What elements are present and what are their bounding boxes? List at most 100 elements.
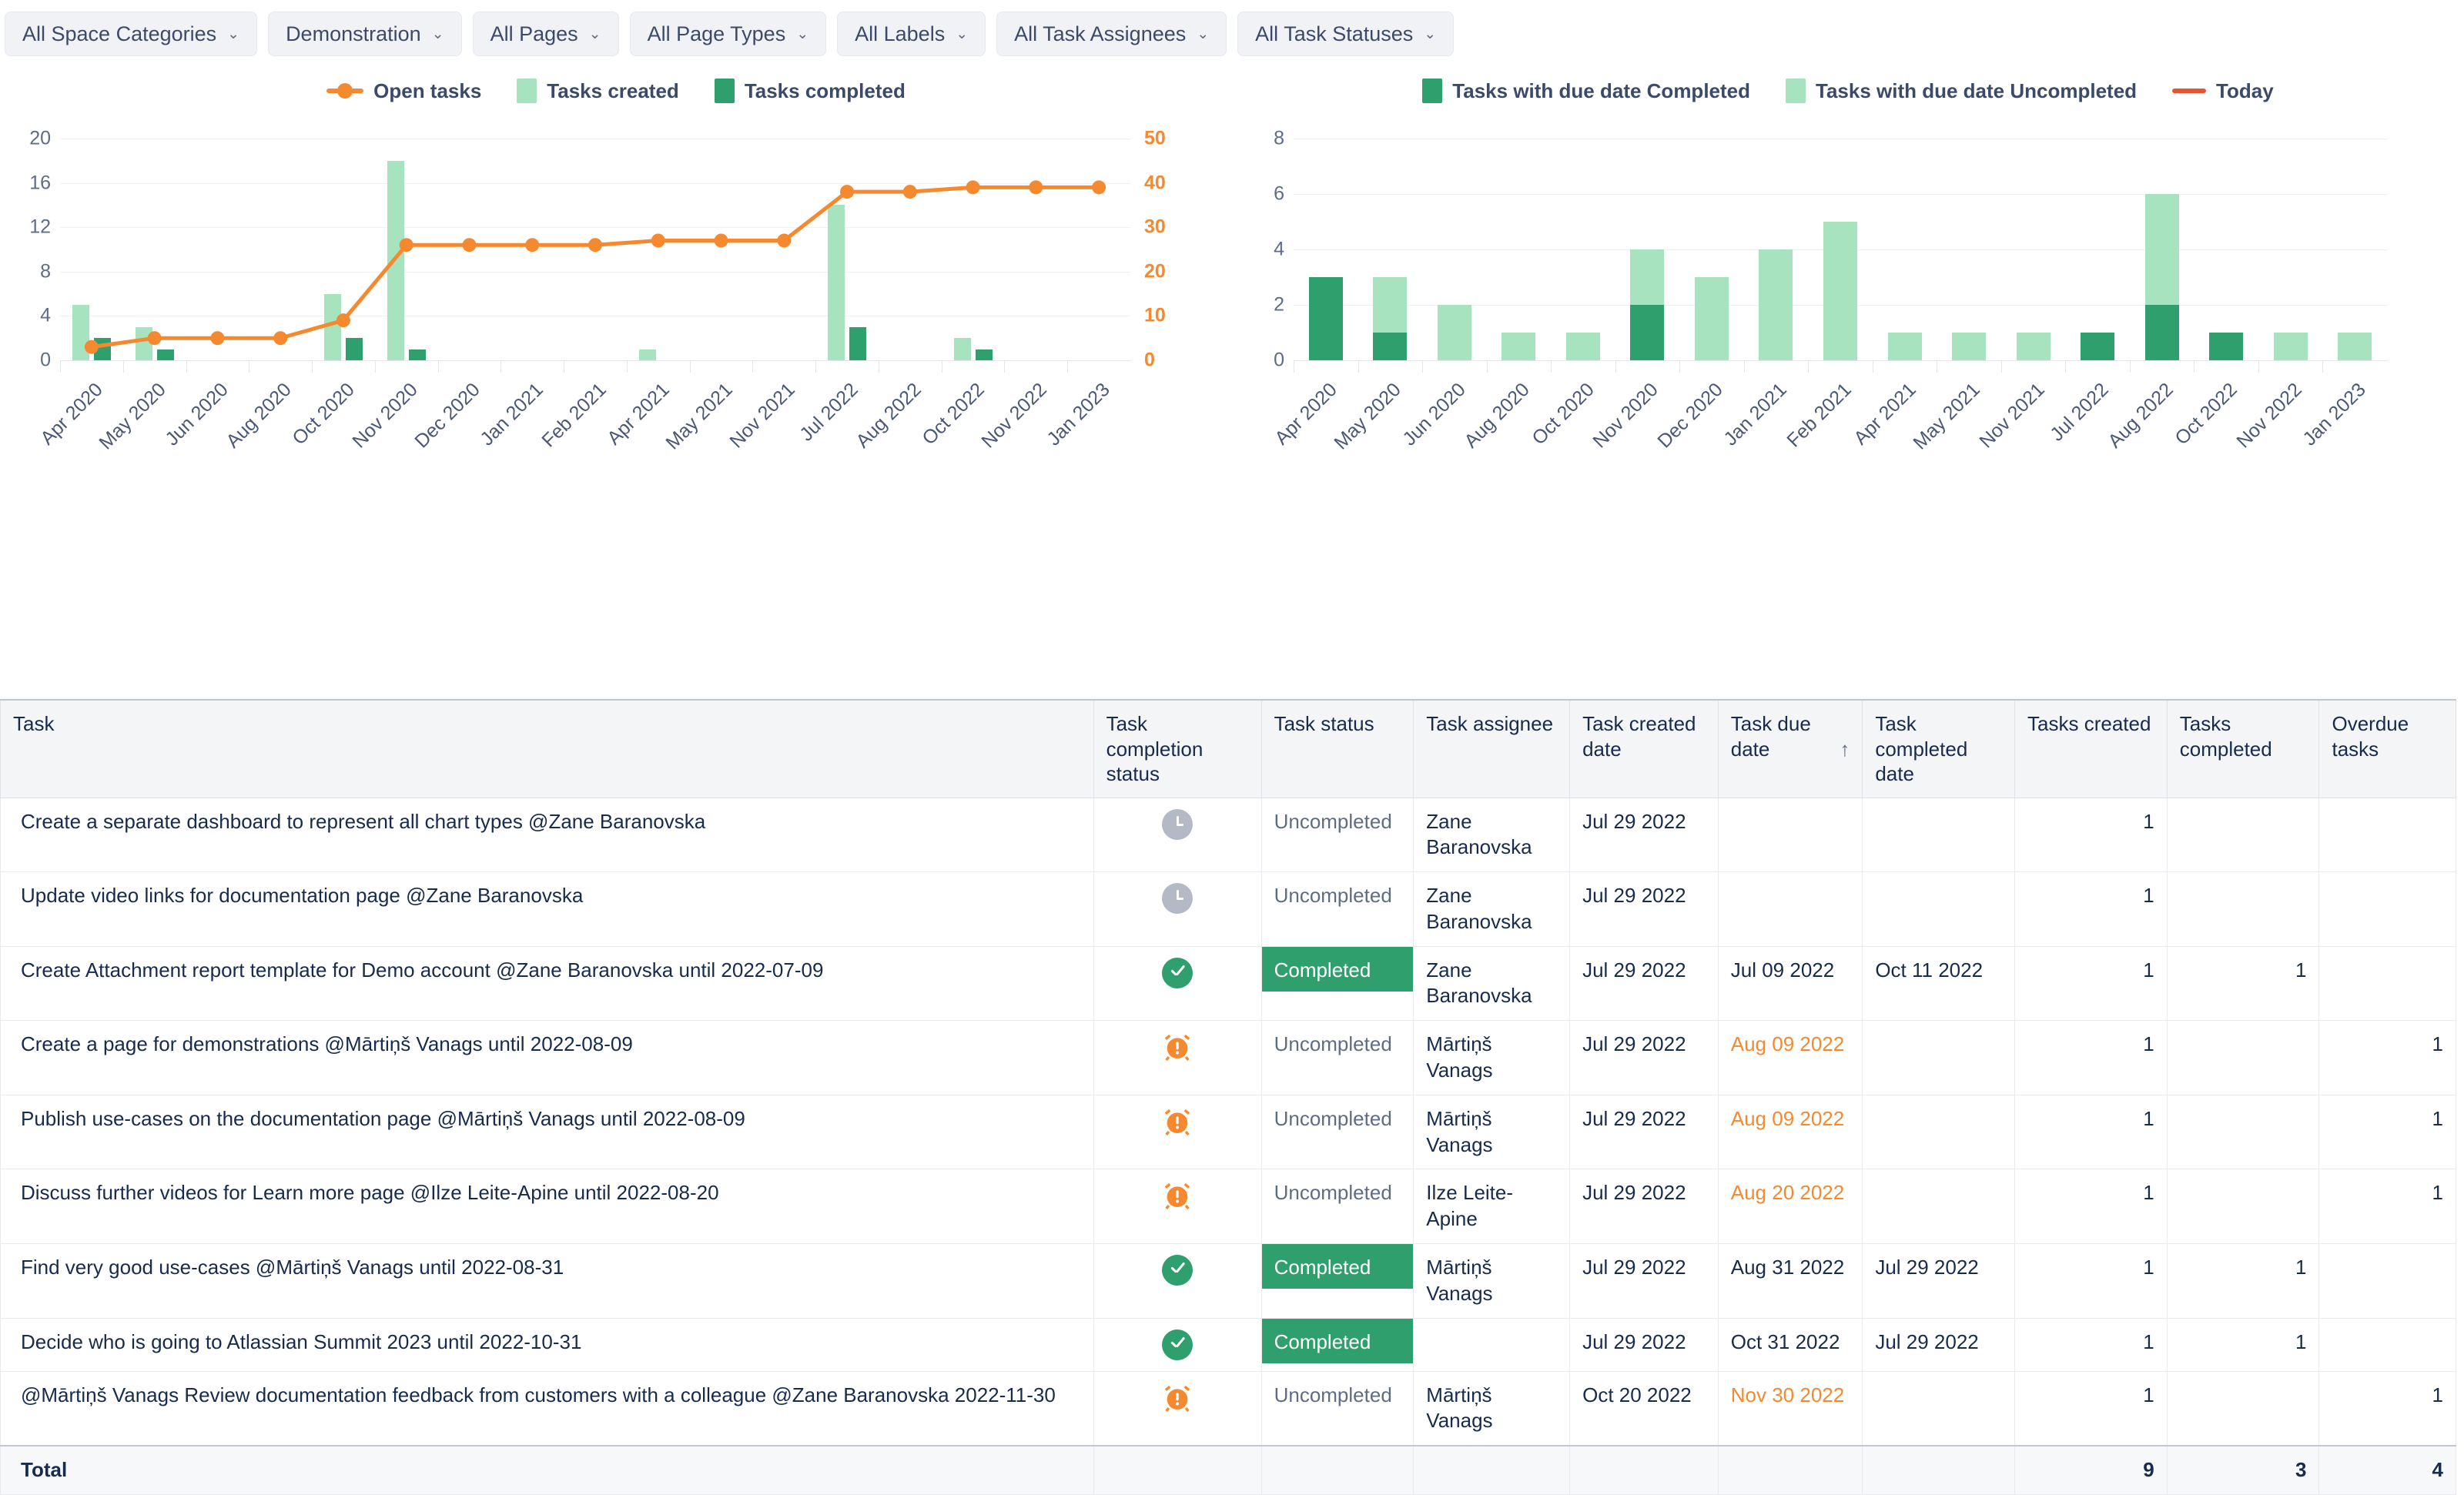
alarm-icon — [1164, 1035, 1190, 1062]
task-table-container: Task Task completion status Task status Tas… — [0, 699, 2464, 1495]
plot-area: 0 2 4 6 8 Apr 2020 May 2020 Jun 2020 Aug 2020 Oct… — [1270, 128, 2387, 453]
filter-label: All Pages — [490, 22, 578, 45]
filter-all-labels[interactable]: All Labels ⌄ — [837, 12, 986, 56]
col-header-tasks_created[interactable]: Tasks created — [2014, 699, 2168, 798]
col-header-overdue[interactable]: Overdue tasks — [2318, 699, 2456, 798]
table-header-row: Task Task completion status Task status Tas… — [0, 699, 2456, 798]
cell-due-date: Nov 30 2022 — [1717, 1370, 1863, 1447]
filter-bar: All Space Categories ⌄ Demonstration ⌄ All P… — [0, 6, 2464, 62]
cell-overdue-tasks — [2318, 1317, 2456, 1372]
legend-item-today: Today — [2172, 79, 2274, 103]
bar-due-uncompleted — [1694, 277, 1729, 360]
table-row[interactable]: Create a separate dashboard to represent… — [0, 797, 2456, 873]
table-row[interactable]: Publish use-cases on the documentation p… — [0, 1094, 2456, 1170]
filter-all-page-types[interactable]: All Page Types ⌄ — [629, 12, 827, 56]
col-header-created[interactable]: Task created date — [1569, 699, 1719, 798]
cell-task: Find very good use-cases @Mārtiņš Vanags… — [0, 1243, 1094, 1319]
status-label-uncompleted: Uncompleted — [1274, 884, 1392, 908]
cell-assignee: Zane Baranovska — [1413, 945, 1571, 1022]
col-header-due[interactable]: Task due date ↑ — [1717, 699, 1863, 798]
cell-task: Create a page for demonstrations @Mārtiņ… — [0, 1020, 1094, 1095]
cell-tasks-created: 1 — [2014, 871, 2168, 947]
x-tick — [689, 360, 691, 373]
cell-created-date: Jul 29 2022 — [1569, 1317, 1719, 1372]
cell-overdue-tasks — [2318, 945, 2456, 1022]
col-header-label: Task completed date — [1875, 712, 1968, 785]
filter-label: Demonstration — [286, 22, 421, 45]
cell-task: @Mārtiņš Vanags Review documentation fee… — [0, 1370, 1094, 1447]
cell-due-date: Aug 09 2022 — [1717, 1094, 1863, 1170]
table-row[interactable]: Create Attachment report template for De… — [0, 945, 2456, 1022]
cell-created-date: Oct 20 2022 — [1569, 1370, 1719, 1447]
table-row[interactable]: @Mārtiņš Vanags Review documentation fee… — [0, 1370, 2456, 1447]
cell-completion-status — [1093, 1169, 1262, 1245]
col-header-label: Task assignee — [1426, 712, 1554, 735]
y-tick-right: 0 — [1144, 349, 1155, 371]
x-tick — [374, 360, 376, 373]
clock-icon — [1162, 883, 1194, 915]
total-empty-cell — [1569, 1445, 1719, 1495]
filter-all-space-categories[interactable]: All Space Categories ⌄ — [5, 12, 258, 56]
cell-overdue-tasks: 1 — [2318, 1094, 2456, 1170]
filter-all-task-statuses[interactable]: All Task Statuses ⌄ — [1237, 12, 1455, 56]
cell-created-date: Jul 29 2022 — [1569, 1169, 1719, 1245]
legend-label: Today — [2216, 79, 2274, 102]
col-header-label: Task — [13, 712, 55, 735]
cell-due-date: Aug 31 2022 — [1717, 1243, 1863, 1319]
col-header-status[interactable]: Task status — [1260, 699, 1414, 798]
y-tick-right: 10 — [1144, 304, 1166, 326]
x-tick — [437, 360, 439, 373]
x-tick — [1004, 360, 1006, 373]
col-header-label: Overdue tasks — [2332, 712, 2409, 761]
col-header-label: Task due date — [1730, 712, 1811, 761]
cell-completed-date: Jul 29 2022 — [1862, 1243, 2016, 1319]
col-header-completion_status[interactable]: Task completion status — [1093, 699, 1262, 798]
table-row[interactable]: Discuss further videos for Learn more pa… — [0, 1169, 2456, 1245]
cell-completion-status — [1093, 1020, 1262, 1095]
cell-tasks-completed — [2166, 1169, 2320, 1245]
cell-tasks-completed: 1 — [2166, 945, 2320, 1022]
alarm-icon — [1164, 1109, 1190, 1135]
col-header-task[interactable]: Task — [0, 699, 1094, 798]
table-row[interactable]: Decide who is going to Atlassian Summit … — [0, 1317, 2456, 1372]
y-tick: 2 — [1274, 293, 1284, 316]
cell-task-status: Uncompleted — [1260, 1169, 1414, 1245]
bar-due-uncompleted — [1952, 333, 1987, 360]
bar-due-completed — [2144, 305, 2179, 360]
alarm-icon — [1164, 1385, 1190, 1412]
bar-due-completed — [2081, 333, 2115, 360]
x-tick — [60, 360, 61, 373]
filter-all-pages[interactable]: All Pages ⌄ — [472, 12, 619, 56]
legend-item-tasks-created: Tasks created — [517, 79, 679, 103]
cell-assignee: Ilze Leite-Apine — [1413, 1169, 1571, 1245]
table-row[interactable]: Create a page for demonstrations @Mārtiņ… — [0, 1020, 2456, 1095]
check-circle-icon — [1162, 957, 1194, 988]
cell-completion-status — [1093, 1317, 1262, 1372]
col-header-assignee[interactable]: Task assignee — [1413, 699, 1571, 798]
status-label-uncompleted: Uncompleted — [1274, 1032, 1392, 1056]
cell-tasks-completed: 1 — [2166, 1243, 2320, 1319]
table-row[interactable]: Find very good use-cases @Mārtiņš Vanags… — [0, 1243, 2456, 1319]
col-header-tasks_completed[interactable]: Tasks completed — [2166, 699, 2320, 798]
cell-due-date: Jul 09 2022 — [1717, 945, 1863, 1022]
cell-tasks-completed: 1 — [2166, 1317, 2320, 1372]
chevron-down-icon: ⌄ — [1424, 25, 1437, 42]
y-tick-left: 4 — [40, 304, 51, 326]
charts-area: Open tasks Tasks created Tasks completed 0 4… — [0, 68, 2464, 691]
col-header-completed_date[interactable]: Task completed date — [1862, 699, 2016, 798]
cell-task: Create Attachment report template for De… — [0, 945, 1094, 1022]
filter-all-task-assignees[interactable]: All Task Assignees ⌄ — [996, 12, 1227, 56]
cell-tasks-completed — [2166, 871, 2320, 947]
legend-label: Tasks created — [547, 79, 679, 102]
cell-completed-date — [1862, 1370, 2016, 1447]
bar-due-uncompleted — [1373, 277, 1408, 333]
y-tick: 6 — [1274, 182, 1284, 205]
table-row[interactable]: Update video links for documentation pag… — [0, 871, 2456, 947]
filter-demonstration[interactable]: Demonstration ⌄ — [268, 12, 462, 56]
total-empty-cell — [1413, 1445, 1571, 1495]
legend-label: Tasks with due date Completed — [1452, 79, 1750, 102]
bar-due-uncompleted — [2338, 333, 2372, 360]
cell-task-status: Uncompleted — [1260, 797, 1414, 873]
task-table: Task Task completion status Task status Tas… — [0, 699, 2456, 1495]
legend-item-open-tasks: Open tasks — [326, 79, 481, 103]
